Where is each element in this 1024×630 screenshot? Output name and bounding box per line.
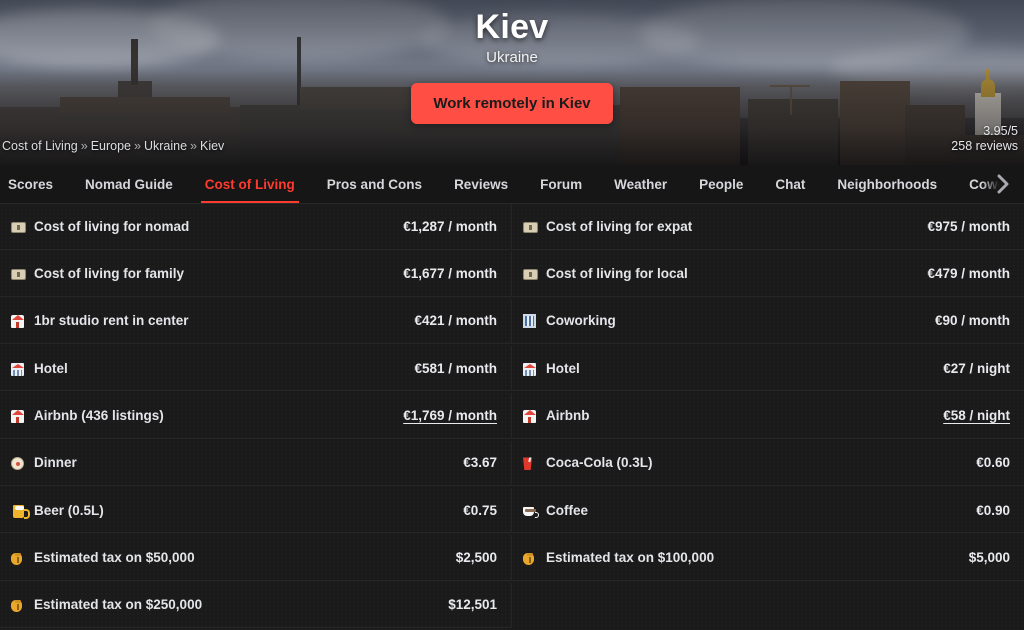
cost-row[interactable]: Hotel €581 / month [0, 345, 512, 392]
cost-row-value: €3.67 [463, 455, 497, 471]
soda-cup-icon [522, 454, 539, 471]
city-hero-banner: Kiev Ukraine Work remotely in Kiev Cost … [0, 0, 1024, 165]
cost-row-label: Dinner [34, 455, 77, 471]
cost-row[interactable]: Dinner €3.67 [0, 440, 512, 487]
breadcrumb-item-europe[interactable]: Europe [91, 139, 131, 153]
cost-row[interactable]: Estimated tax on $100,000 $5,000 [512, 535, 1024, 581]
tab-chat[interactable]: Chat [759, 165, 821, 203]
office-building-icon [522, 312, 539, 329]
cost-row-label: Hotel [546, 360, 580, 376]
cost-row-value: €0.90 [976, 502, 1010, 518]
cost-row-label: Airbnb (436 listings) [34, 408, 164, 424]
cost-row[interactable]: Cost of living for expat €975 / month [512, 204, 1024, 250]
tab-neighborhoods[interactable]: Neighborhoods [821, 165, 953, 203]
cost-row-value[interactable]: €58 / night [933, 408, 1010, 423]
money-icon [10, 265, 27, 282]
money-icon [522, 265, 539, 282]
cost-row-value: €27 / night [943, 360, 1010, 376]
cost-row-label: Cost of living for family [34, 266, 185, 282]
cost-row-label: Estimated tax on $250,000 [34, 597, 203, 613]
cost-row[interactable]: 1br studio rent in center €421 / month [0, 298, 512, 345]
rating-block: 3.95/5 258 reviews [951, 124, 1018, 155]
cost-row[interactable]: Cost of living for family €1,677 / month [0, 251, 512, 297]
cost-row-label: Coworking [546, 313, 616, 329]
money-bag-icon [10, 549, 27, 566]
cost-row-value: €421 / month [414, 313, 497, 329]
cost-row-label: Cost of living for local [546, 266, 688, 282]
cost-row-label: Estimated tax on $100,000 [546, 550, 715, 566]
cost-of-living-grid: Cost of living for nomad €1,287 / month Co… [0, 204, 1024, 630]
tab-pros-and-cons[interactable]: Pros and Cons [311, 165, 438, 203]
money-icon [522, 218, 539, 235]
cost-row-label: Coffee [546, 502, 589, 518]
tab-forum[interactable]: Forum [524, 165, 598, 203]
cost-row-label: Coca-Cola (0.3L) [546, 455, 653, 471]
cost-row-value: €1,287 / month [403, 218, 497, 234]
breadcrumb-item-kiev[interactable]: Kiev [200, 139, 224, 153]
grid-cell-empty [512, 583, 1024, 629]
tab-nomad-guide[interactable]: Nomad Guide [69, 165, 189, 203]
rating-score: 3.95/5 [983, 123, 1018, 138]
cost-row[interactable]: Airbnb (436 listings) €1,769 / month [0, 393, 512, 439]
cost-row-label: Cost of living for nomad [34, 218, 190, 234]
money-icon [10, 218, 27, 235]
cost-row-value: €0.60 [976, 455, 1010, 471]
breadcrumb-separator: » [190, 139, 197, 153]
cost-row[interactable]: Cost of living for nomad €1,287 / month [0, 204, 512, 250]
breadcrumb-item-cost-of-living[interactable]: Cost of Living [2, 139, 78, 153]
money-bag-icon [522, 549, 539, 566]
cost-row[interactable]: Hotel €27 / night [512, 346, 1024, 392]
cost-row[interactable]: Estimated tax on $250,000 $12,501 [0, 582, 512, 629]
tab-people[interactable]: People [683, 165, 759, 203]
cost-row-value: €90 / month [934, 313, 1010, 329]
cost-row-value: €581 / month [414, 360, 497, 376]
tab-cost-of-living[interactable]: Cost of Living [189, 165, 311, 203]
breadcrumb[interactable]: Cost of Living» Europe» Ukraine» Kiev [2, 139, 224, 153]
cost-row-value: €479 / month [927, 266, 1010, 282]
cost-row-label: 1br studio rent in center [34, 313, 189, 329]
cost-row[interactable]: Estimated tax on $50,000 $2,500 [0, 535, 512, 581]
cost-row[interactable]: Cost of living for local €479 / month [512, 251, 1024, 297]
beer-icon [10, 502, 30, 519]
cost-row-value: $5,000 [968, 550, 1010, 566]
cost-row-value: €1,677 / month [403, 266, 497, 282]
breadcrumb-separator: » [80, 139, 88, 153]
work-remotely-button[interactable]: Work remotely in Kiev [411, 83, 613, 124]
cost-row[interactable]: Beer (0.5L) €0.75 [0, 487, 512, 534]
coffee-icon [522, 502, 539, 519]
cost-row-label: Airbnb [546, 408, 590, 424]
cost-row-label: Estimated tax on $50,000 [34, 550, 195, 566]
tab-reviews[interactable]: Reviews [438, 165, 524, 203]
cost-row-value: €975 / month [927, 218, 1010, 234]
pizza-icon [10, 454, 27, 471]
section-tab-bar[interactable]: Scores Nomad Guide Cost of Living Pros and … [0, 165, 1024, 204]
house-icon [10, 312, 27, 329]
hotel-icon [522, 360, 539, 377]
cost-row-label: Beer (0.5L) [34, 502, 104, 518]
breadcrumb-separator: » [134, 139, 141, 153]
cost-row-value: €0.75 [463, 502, 497, 518]
chevron-right-icon[interactable] [982, 165, 1024, 203]
page-title: Kiev [475, 8, 549, 46]
breadcrumb-item-ukraine[interactable]: Ukraine [144, 139, 187, 153]
cost-row[interactable]: Coca-Cola (0.3L) €0.60 [512, 441, 1024, 487]
hotel-icon [10, 360, 27, 377]
rating-review-count: 258 reviews [951, 139, 1018, 154]
house-icon [10, 407, 27, 424]
cost-row-value: $12,501 [448, 597, 497, 613]
cost-row[interactable]: Coffee €0.90 [512, 488, 1024, 534]
cost-row-label: Hotel [34, 360, 68, 376]
cost-row[interactable]: Coworking €90 / month [512, 299, 1024, 345]
house-icon [522, 407, 539, 424]
cost-row-value[interactable]: €1,769 / month [393, 408, 497, 423]
money-bag-icon [10, 596, 27, 613]
tab-weather[interactable]: Weather [598, 165, 683, 203]
cost-row-label: Cost of living for expat [546, 218, 693, 234]
cost-row[interactable]: Airbnb €58 / night [512, 393, 1024, 439]
cost-row-value: $2,500 [455, 550, 497, 566]
country-subtitle: Ukraine [486, 49, 538, 66]
tab-scores[interactable]: Scores [0, 165, 69, 203]
